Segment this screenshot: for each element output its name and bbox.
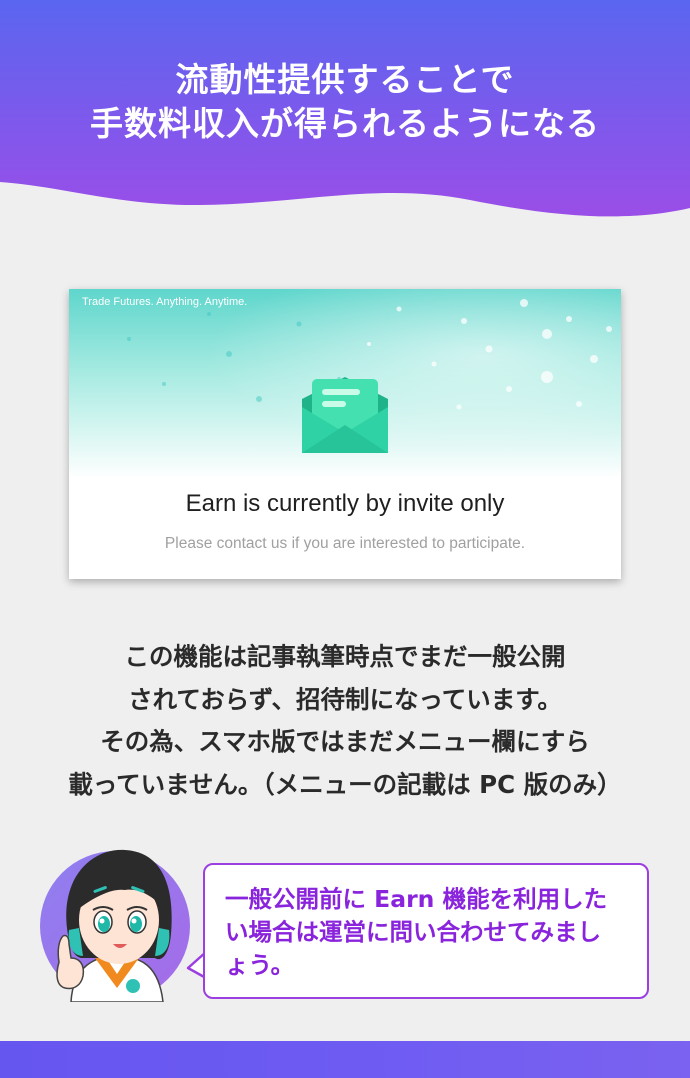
earn-invite-card: Trade Futures. Anything. Anytime. Earn i…	[69, 289, 621, 579]
speech-line-3: ょう。	[225, 951, 295, 979]
description-line-2: されておらず、招待制になっています。	[128, 684, 562, 714]
description-line-1: この機能は記事執筆時点でまだ一般公開	[124, 642, 566, 671]
character-avatar	[40, 849, 190, 1002]
speech-bubble-text: 一般公開前に Earn 機能を利用した い場合は運営に問い合わせてみまし ょう。	[225, 883, 635, 982]
speech-line-1: 一般公開前に Earn 機能を利用した	[225, 885, 608, 913]
description-line-4: 載っていません。（メニューの記載は PC 版のみ）	[68, 769, 622, 799]
speech-bubble: 一般公開前に Earn 機能を利用した い場合は運営に問い合わせてみまし ょう。	[203, 863, 649, 999]
speech-line-2: い場合は運営に問い合わせてみまし	[225, 918, 601, 946]
card-subtext: Please contact us if you are interested …	[164, 535, 526, 552]
card-heading: Earn is currently by invite only	[185, 490, 505, 517]
card-tagline: Trade Futures. Anything. Anytime.	[82, 296, 248, 308]
footer-bar	[0, 1041, 690, 1078]
envelope-icon	[302, 377, 388, 453]
hero-header: 流動性提供することで 手数料収入が得られるようになる	[0, 0, 690, 230]
description-line-3: その為、スマホ版ではまだメニュー欄にすら	[100, 727, 590, 756]
page-title-line-2: 手数料収入が得られるようになる	[90, 104, 600, 143]
page-title-line-1: 流動性提供することで	[175, 60, 515, 99]
page-title: 流動性提供することで 手数料収入が得られるようになる	[0, 58, 690, 146]
description-text: この機能は記事執筆時点でまだ一般公開 されておらず、招待制になっています。 その…	[0, 636, 690, 806]
